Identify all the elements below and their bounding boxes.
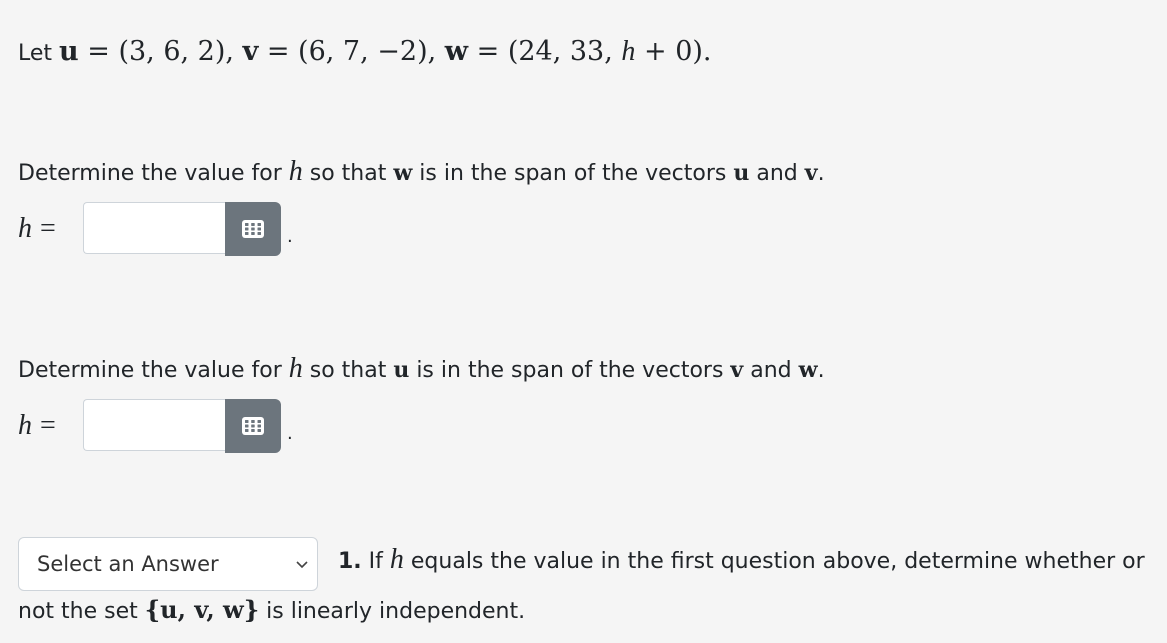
question-3-text-line1: 1. If h equals the value in the first qu… bbox=[338, 544, 1145, 576]
math-keyboard-button[interactable] bbox=[225, 202, 281, 256]
variable-h: h bbox=[621, 36, 636, 67]
label-eq: = bbox=[40, 213, 56, 244]
label-var: h bbox=[18, 213, 32, 244]
q3-text-a: If bbox=[361, 549, 390, 574]
q3-text-b: equals the value in the first question a… bbox=[403, 549, 1145, 574]
keyboard-icon bbox=[242, 417, 264, 435]
period: . bbox=[287, 225, 293, 247]
question-number: 1. bbox=[338, 549, 362, 574]
vector-set: {u, v, w} bbox=[144, 595, 260, 624]
q1-text-b: so that bbox=[302, 161, 394, 186]
vector-v: v bbox=[730, 357, 744, 383]
q2-text-b: so that bbox=[302, 358, 394, 383]
vector-v: v bbox=[242, 36, 259, 67]
chevron-down-icon bbox=[296, 561, 308, 569]
answer-label: h = bbox=[18, 410, 83, 442]
label-var: h bbox=[18, 410, 32, 441]
answer-input-group bbox=[83, 399, 281, 453]
q3-line2-b: is linearly independent. bbox=[259, 599, 526, 624]
q1-text-a: Determine the value for bbox=[18, 161, 289, 186]
q1-text-d: and bbox=[749, 161, 805, 186]
keyboard-icon bbox=[242, 220, 264, 238]
q2-text-e: . bbox=[817, 358, 825, 383]
answer-label: h = bbox=[18, 213, 83, 245]
q3-line2-a: not the set bbox=[18, 599, 145, 624]
vector-v: v bbox=[804, 160, 818, 186]
vector-u: u bbox=[733, 160, 750, 186]
q2-text-d: and bbox=[743, 358, 799, 383]
q1-text-e: . bbox=[817, 161, 825, 186]
variable-h: h bbox=[288, 353, 303, 384]
question-1-text: Determine the value for h so that w is i… bbox=[18, 156, 825, 188]
question-2-answer-row: h = . bbox=[18, 399, 293, 453]
math-keyboard-button[interactable] bbox=[225, 399, 281, 453]
q2-text-c: is in the span of the vectors bbox=[409, 358, 731, 383]
vector-w-value: = (24, 33, bbox=[468, 36, 622, 67]
variable-h: h bbox=[288, 156, 303, 187]
vector-w: w bbox=[393, 160, 413, 186]
problem-statement: Let u = (3, 6, 2), v = (6, 7, −2), w = (… bbox=[18, 36, 712, 68]
vector-w: w bbox=[444, 36, 469, 67]
vector-w-tail: + 0). bbox=[635, 36, 712, 67]
answer-select[interactable]: Select an Answer bbox=[18, 537, 318, 591]
select-value: Select an Answer bbox=[37, 552, 219, 576]
vector-w: w bbox=[798, 357, 818, 383]
answer-input-2[interactable] bbox=[83, 399, 225, 451]
vector-u: u bbox=[393, 357, 410, 383]
question-2-text: Determine the value for h so that u is i… bbox=[18, 353, 825, 385]
question-3-row: Select an Answer 1. If h equals the valu… bbox=[18, 537, 1145, 591]
variable-h: h bbox=[389, 544, 404, 575]
vector-v-value: = (6, 7, −2), bbox=[258, 36, 445, 67]
intro-prefix: Let bbox=[18, 41, 60, 66]
vector-u-value: = (3, 6, 2), bbox=[78, 36, 243, 67]
period: . bbox=[287, 422, 293, 444]
question-3-text-line2: not the set {u, v, w} is linearly indepe… bbox=[18, 595, 525, 624]
q1-text-c: is in the span of the vectors bbox=[412, 161, 734, 186]
vector-u: u bbox=[59, 36, 79, 67]
answer-input-group bbox=[83, 202, 281, 256]
answer-input-1[interactable] bbox=[83, 202, 225, 254]
q2-text-a: Determine the value for bbox=[18, 358, 289, 383]
label-eq: = bbox=[40, 410, 56, 441]
question-1-answer-row: h = . bbox=[18, 202, 293, 256]
